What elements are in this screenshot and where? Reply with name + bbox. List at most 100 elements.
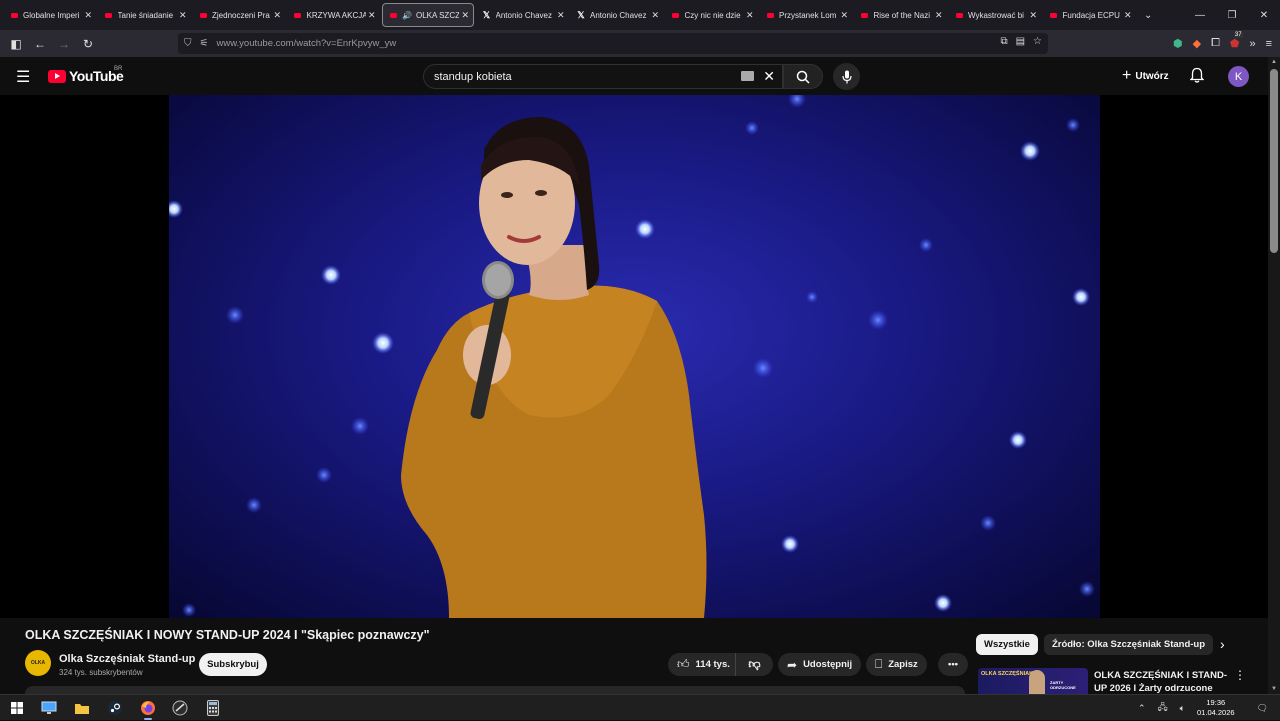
tab-5[interactable]: 𝕏 Antonio Chavez ✕ bbox=[477, 3, 569, 27]
more-vertical-icon[interactable]: ⋮ bbox=[1234, 668, 1246, 682]
picture-in-picture-icon[interactable]: ⧉ bbox=[1000, 36, 1007, 47]
extensions-puzzle-icon[interactable]: ⧠ bbox=[1211, 37, 1220, 50]
tray-chevron-up-icon[interactable]: ⌃ bbox=[1138, 703, 1146, 714]
app-icon-wing[interactable] bbox=[171, 699, 189, 717]
youtube-logo[interactable]: YouTube BR bbox=[48, 66, 124, 84]
close-tab-icon[interactable]: ✕ bbox=[557, 10, 565, 21]
youtube-play-icon bbox=[48, 69, 66, 83]
chip-source-channel[interactable]: Źródło: Olka Szczęśniak Stand-up bbox=[1043, 634, 1214, 655]
tab-1[interactable]: Tanie śniadanie ✕ bbox=[99, 3, 191, 27]
page-settings-icon[interactable]: ⚟ bbox=[200, 38, 209, 49]
menu-hamburger-icon[interactable]: ≡ bbox=[1266, 38, 1272, 50]
close-tab-icon[interactable]: ✕ bbox=[840, 10, 848, 21]
back-arrow-icon[interactable]: ← bbox=[28, 32, 52, 56]
recommended-thumbnail[interactable]: OLKA SZCZĘŚNIAK ŻARTY ODRZUCONE bbox=[978, 668, 1088, 694]
fox-extension-icon[interactable]: ◆ bbox=[1193, 37, 1201, 50]
tab-4-active[interactable]: 🔊 OLKA SZCZ ✕ bbox=[382, 3, 474, 27]
ublock-icon[interactable]: ⬟ 37 bbox=[1230, 32, 1243, 50]
create-button[interactable]: + Utwórz bbox=[1116, 65, 1175, 87]
scroll-down-icon[interactable]: ▼ bbox=[1271, 686, 1277, 692]
channel-name[interactable]: Olka Szczęśniak Stand-up bbox=[59, 653, 195, 665]
file-explorer-icon[interactable] bbox=[73, 699, 91, 717]
tab-2[interactable]: Zjednoczeni Pra ✕ bbox=[193, 3, 285, 27]
close-tab-icon[interactable]: ✕ bbox=[461, 10, 469, 21]
description-box[interactable] bbox=[25, 686, 965, 694]
notifications-bell-icon[interactable] bbox=[1189, 67, 1205, 88]
youtube-icon bbox=[672, 11, 680, 19]
video-frame[interactable] bbox=[169, 95, 1100, 618]
account-avatar[interactable]: K bbox=[1228, 66, 1249, 87]
like-button[interactable]: 👍︎ 114 tys. bbox=[668, 653, 736, 676]
calculator-icon[interactable] bbox=[204, 699, 222, 717]
scrollbar-thumb[interactable] bbox=[1270, 69, 1278, 253]
reader-view-icon[interactable]: ▤ bbox=[1016, 36, 1025, 47]
notifications-icon[interactable]: 🗨︎ bbox=[1257, 703, 1268, 714]
tab-8[interactable]: Przystanek Lom ✕ bbox=[760, 3, 852, 27]
more-actions-button[interactable]: ••• bbox=[938, 653, 968, 676]
page-scrollbar[interactable]: ▲ ▼ bbox=[1268, 57, 1280, 694]
close-window-icon[interactable]: ✕ bbox=[1248, 10, 1280, 21]
guide-menu-icon[interactable]: ☰ bbox=[16, 67, 30, 87]
recommended-video[interactable]: OLKA SZCZĘŚNIAK ŻARTY ODRZUCONE OLKA SZC… bbox=[976, 668, 1268, 694]
shield-icon[interactable]: ⛉ bbox=[184, 38, 192, 49]
close-tab-icon[interactable]: ✕ bbox=[935, 10, 943, 21]
clear-search-icon[interactable]: ✕ bbox=[763, 68, 775, 85]
tab-title: Tanie śniadanie bbox=[117, 10, 174, 20]
tab-title: Zjednoczeni Pra bbox=[212, 10, 270, 20]
close-tab-icon[interactable]: ✕ bbox=[746, 10, 754, 21]
bookmark-icon: ⎕ bbox=[875, 657, 883, 671]
thumbnail-person bbox=[1029, 670, 1045, 694]
share-button[interactable]: ➦ Udostępnij bbox=[778, 653, 862, 676]
voice-search-button[interactable] bbox=[833, 63, 860, 90]
minimize-icon[interactable]: — bbox=[1184, 10, 1216, 21]
keyboard-icon[interactable] bbox=[741, 71, 754, 81]
address-bar[interactable]: ⛉ ⚟ www.youtube.com/watch?v=EnrKpvyw_yw … bbox=[178, 33, 1048, 54]
close-tab-icon[interactable]: ✕ bbox=[368, 10, 376, 21]
search-button[interactable] bbox=[783, 64, 823, 89]
tab-7[interactable]: Czy nic nie dzie ✕ bbox=[666, 3, 758, 27]
tab-11[interactable]: Fundacja ECPU ✕ bbox=[1044, 3, 1136, 27]
close-tab-icon[interactable]: ✕ bbox=[651, 10, 659, 21]
forward-arrow-icon[interactable]: → bbox=[52, 32, 76, 56]
video-frame-image bbox=[169, 95, 1095, 618]
tab-10[interactable]: Wykastrować bi ✕ bbox=[949, 3, 1041, 27]
close-tab-icon[interactable]: ✕ bbox=[84, 10, 92, 21]
restore-icon[interactable]: ❐ bbox=[1216, 10, 1248, 21]
video-player[interactable] bbox=[0, 95, 1268, 618]
tab-title: Wykastrować bi bbox=[968, 10, 1024, 20]
sidebar-toggle-icon[interactable]: ◧ bbox=[4, 32, 28, 56]
steam-icon[interactable] bbox=[106, 699, 124, 717]
taskbar-clock[interactable]: 19:36 01.04.2026 bbox=[1197, 698, 1235, 718]
speaker-icon[interactable]: 🔊 bbox=[402, 11, 412, 20]
search-input[interactable]: standup kobieta ✕ bbox=[423, 64, 783, 89]
channel-avatar[interactable]: OLKA bbox=[25, 650, 51, 676]
close-tab-icon[interactable]: ✕ bbox=[1029, 10, 1037, 21]
tab-0[interactable]: Globalne Imperi ✕ bbox=[4, 3, 96, 27]
subscribe-button[interactable]: Subskrybuj bbox=[199, 653, 267, 676]
firefox-icon[interactable] bbox=[139, 699, 157, 720]
youtube-icon bbox=[1050, 11, 1058, 19]
vpn-shield-icon[interactable]: ⬢ bbox=[1173, 37, 1183, 50]
network-icon[interactable]: 🖧︎ bbox=[1158, 700, 1168, 716]
monitor-app-icon[interactable] bbox=[40, 699, 58, 717]
overflow-chevron-icon[interactable]: » bbox=[1249, 38, 1255, 50]
close-tab-icon[interactable]: ✕ bbox=[273, 10, 281, 21]
tab-3[interactable]: KRZYWA AKCJA ✕ bbox=[288, 3, 380, 27]
recommended-title[interactable]: OLKA SZCZĘŚNIAK I STAND-UP 2026 I Żarty … bbox=[1094, 669, 1234, 694]
bookmark-star-icon[interactable]: ☆ bbox=[1033, 36, 1042, 47]
speaker-tray-icon[interactable]: 🔈︎ bbox=[1180, 703, 1185, 714]
close-tab-icon[interactable]: ✕ bbox=[179, 10, 187, 21]
youtube-icon bbox=[861, 11, 869, 19]
chip-all[interactable]: Wszystkie bbox=[976, 634, 1038, 655]
tab-6[interactable]: 𝕏 Antonio Chavez ✕ bbox=[571, 3, 663, 27]
close-tab-icon[interactable]: ✕ bbox=[1124, 10, 1132, 21]
tab-list-chevron-icon[interactable]: ⌄ bbox=[1144, 10, 1152, 21]
windows-taskbar: ⌃ 🖧︎ 🔈︎ 19:36 01.04.2026 🗨︎ bbox=[0, 694, 1280, 720]
scroll-up-icon[interactable]: ▲ bbox=[1271, 59, 1277, 65]
save-button[interactable]: ⎕ Zapisz bbox=[866, 653, 927, 676]
dislike-button[interactable]: 👎︎ bbox=[736, 657, 773, 672]
reload-icon[interactable]: ↻ bbox=[76, 32, 100, 56]
tab-9[interactable]: Rise of the Nazi ✕ bbox=[855, 3, 947, 27]
chips-next-chevron-icon[interactable]: › bbox=[1220, 636, 1225, 652]
windows-start-icon[interactable] bbox=[8, 699, 26, 717]
